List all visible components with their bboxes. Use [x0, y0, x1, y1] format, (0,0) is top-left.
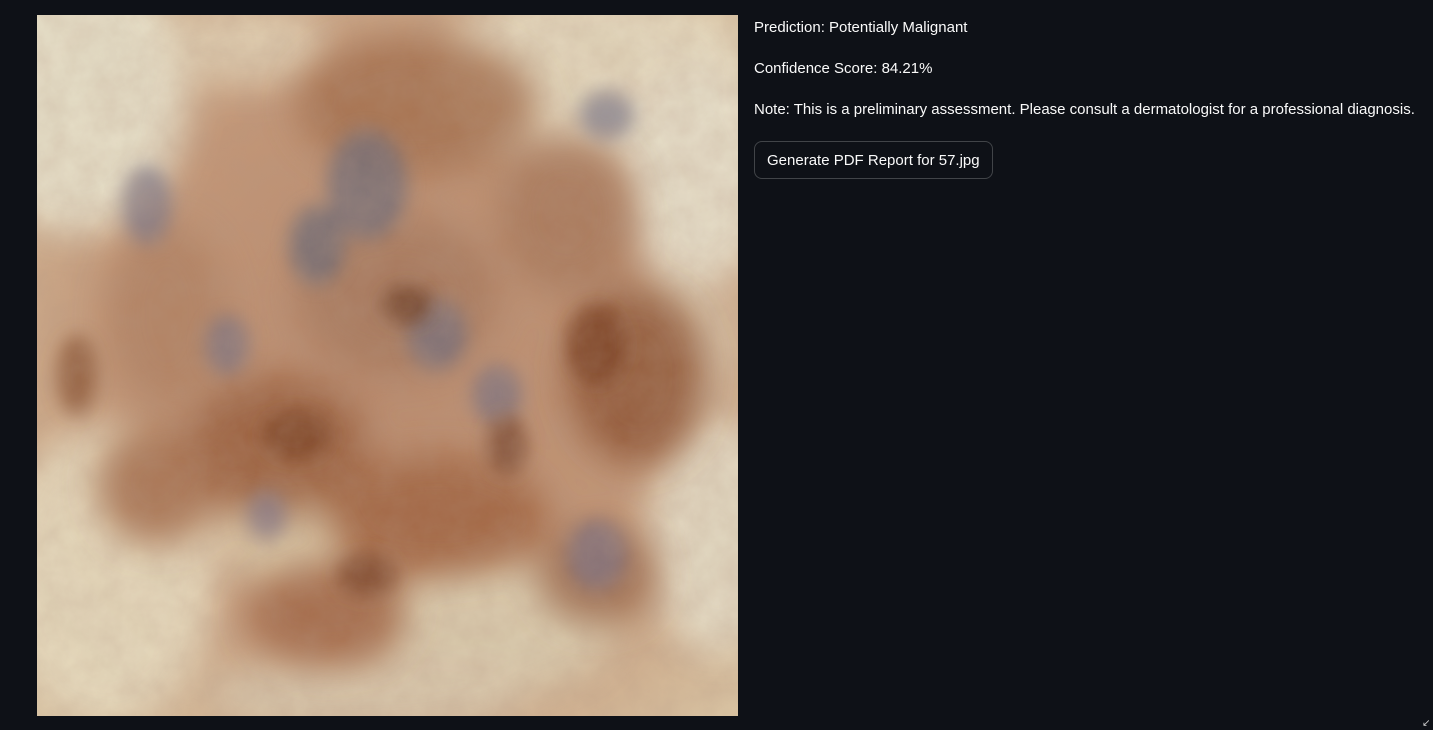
prediction-results: Prediction: Potentially Malignant Confid…	[754, 17, 1424, 179]
generate-pdf-report-button[interactable]: Generate PDF Report for 57.jpg	[754, 141, 993, 179]
confidence-score-text: Confidence Score: 84.21%	[754, 60, 933, 77]
disclaimer-note: Note: This is a preliminary assessment. …	[754, 101, 1415, 118]
resize-handle-icon[interactable]: ↙	[1422, 719, 1430, 729]
uploaded-skin-lesion-image	[37, 15, 738, 716]
app-main: Prediction: Potentially Malignant Confid…	[0, 0, 1433, 730]
prediction-text: Prediction: Potentially Malignant	[754, 19, 968, 36]
lesion-image-render	[37, 15, 738, 716]
